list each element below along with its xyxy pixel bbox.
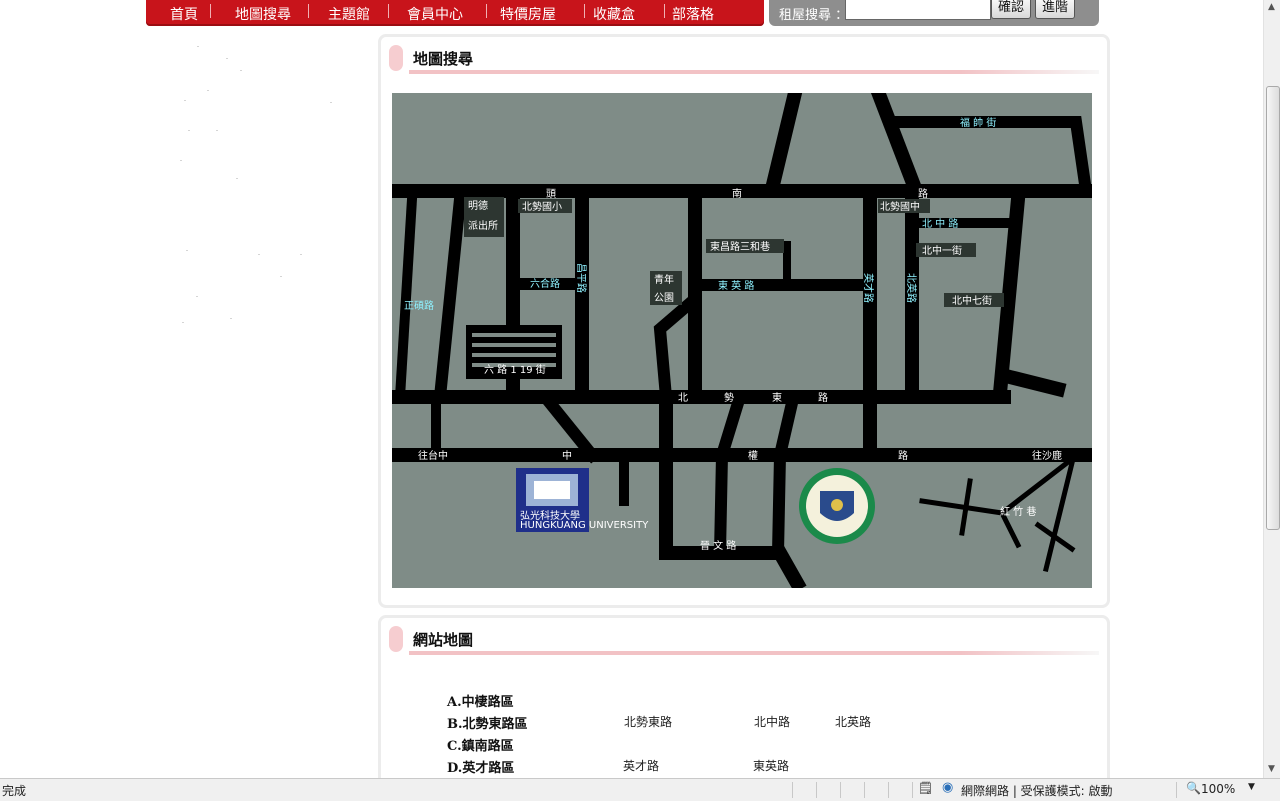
- zoom-level[interactable]: 100%: [1201, 782, 1235, 796]
- browser-status-bar: 完成 🗒 ◉ 網際網路 | 受保護模式: 啟動 🔍 100% ▼: [0, 778, 1280, 801]
- label-police-2: 派出所: [468, 219, 498, 232]
- label-police-1: 明德: [468, 199, 488, 212]
- label-road-south-3: 路: [898, 449, 908, 462]
- label-hongzhu-lane: 紅 竹 巷: [1000, 505, 1036, 518]
- nav-separator: [664, 4, 665, 18]
- scrollbar-thumb[interactable]: [1266, 86, 1280, 530]
- area-map[interactable]: 頭 南 路 北 勢 東 路 中 權 路 往台中 往沙鹿 福 帥 街 北勢國小 北…: [392, 93, 1092, 588]
- label-road-middle-1: 北: [678, 392, 688, 404]
- privacy-icon[interactable]: 🗒: [918, 781, 933, 795]
- panel-marker: [389, 45, 403, 71]
- nav-separator: [210, 4, 211, 18]
- zoom-icon: 🔍: [1186, 781, 1201, 795]
- label-yingcai-road: 英才路: [862, 273, 875, 303]
- road-link-beiying[interactable]: 北英路: [835, 713, 871, 730]
- label-changping-road: 昌平路: [575, 263, 588, 293]
- advanced-search-button[interactable]: 進階: [1035, 0, 1076, 19]
- globe-icon: ◉: [942, 780, 954, 795]
- label-park-2: 公園: [654, 292, 674, 304]
- label-xiwen-road: 晉 文 路: [700, 539, 736, 552]
- label-beizhong-7th: 北中七街: [952, 294, 992, 307]
- nav-separator: [388, 4, 389, 18]
- road-link-dongying[interactable]: 東英路: [753, 757, 789, 774]
- area-map-drawing[interactable]: 頭 南 路 北 勢 東 路 中 權 路 往台中 往沙鹿 福 帥 街 北勢國小 北…: [392, 93, 1092, 588]
- nav-separator: [486, 4, 487, 18]
- label-road-south-2: 權: [748, 449, 758, 462]
- label-to-taichung: 往台中: [418, 449, 448, 462]
- school-emblem: [799, 468, 875, 544]
- label-liuhe-road: 六合路: [530, 277, 560, 290]
- label-beizhong-1st: 北中一街: [922, 244, 962, 257]
- university-logo: 弘光科技大學 HUNGKUANG UNIVERSITY: [516, 468, 649, 532]
- chevron-down-icon[interactable]: ▼: [1248, 782, 1255, 792]
- label-north-junior-high: 北勢國中: [880, 200, 920, 213]
- label-road-middle-4: 路: [818, 391, 828, 404]
- vertical-scrollbar[interactable]: ▲ ▼: [1263, 0, 1280, 778]
- rental-search-label: 租屋搜尋 ：: [779, 8, 849, 23]
- panel-divider: [409, 651, 1099, 655]
- label-road-north-1: 頭: [546, 188, 556, 200]
- label-liuhe-19: 六 路 1 19 街: [484, 363, 546, 376]
- label-fushi-street: 福 帥 街: [960, 116, 996, 129]
- label-zhengshuo-road: 正碩路: [404, 299, 434, 312]
- scroll-up-icon[interactable]: ▲: [1268, 2, 1275, 12]
- area-zhennan[interactable]: C.鎮南路區: [447, 735, 514, 754]
- nav-favorites[interactable]: 收藏盒: [593, 4, 635, 24]
- panel-divider: [409, 70, 1099, 74]
- label-road-north-2: 南: [732, 187, 742, 200]
- security-zone[interactable]: 網際網路 | 受保護模式: 啟動: [961, 782, 1113, 799]
- panel-marker: [389, 626, 403, 652]
- panel-header: 地圖搜尋: [389, 45, 1099, 79]
- scroll-down-icon[interactable]: ▼: [1268, 764, 1275, 774]
- nav-map-search[interactable]: 地圖搜尋: [235, 4, 291, 24]
- label-park-1: 青年: [654, 273, 674, 286]
- nav-separator: [308, 4, 309, 18]
- rental-search-bar: 租屋搜尋 ： 確認 進階: [769, 0, 1099, 26]
- main-nav: 首頁 地圖搜尋 主題館 會員中心 特價房屋 收藏盒 部落格: [146, 0, 764, 26]
- label-beizhong-road: 北 中 路: [922, 217, 958, 230]
- university-name-en: HUNGKUANG UNIVERSITY: [520, 520, 649, 531]
- label-beiying-road: 北英路: [905, 273, 918, 303]
- status-text: 完成: [2, 784, 27, 798]
- label-lane3: 東昌路三和巷: [710, 240, 770, 253]
- road-link-yingcai[interactable]: 英才路: [623, 757, 659, 774]
- nav-home[interactable]: 首頁: [170, 4, 198, 24]
- label-road-middle-2: 勢: [724, 391, 734, 404]
- panel-header: 網站地圖: [389, 626, 1099, 660]
- nav-theme[interactable]: 主題館: [328, 4, 370, 24]
- label-to-shalu: 往沙鹿: [1032, 449, 1062, 462]
- nav-blog[interactable]: 部落格: [672, 4, 714, 24]
- confirm-button[interactable]: 確認: [991, 0, 1032, 19]
- label-north-elementary: 北勢國小: [522, 200, 562, 213]
- sitemap-panel: 網站地圖 A.中棲路區 B.北勢東路區 北勢東路 北中路 北英路 C.鎮南路區 …: [378, 615, 1110, 801]
- rental-search-input[interactable]: [845, 0, 991, 20]
- label-dongying-road: 東 英 路: [718, 279, 754, 292]
- label-road-north-3: 路: [918, 187, 928, 200]
- area-zhongqi[interactable]: A.中棲路區: [447, 691, 514, 710]
- label-road-south-1: 中: [562, 449, 572, 462]
- nav-special-price[interactable]: 特價房屋: [500, 4, 556, 24]
- map-search-panel: 地圖搜尋 頭 南 路 北 勢 東 路 中 權 路 往台中 往沙鹿 福 帥 街 北…: [378, 34, 1110, 608]
- nav-member-center[interactable]: 會員中心: [407, 4, 463, 24]
- panel-title: 網站地圖: [413, 631, 474, 649]
- nav-separator: [584, 4, 585, 18]
- road-link-beizhong[interactable]: 北中路: [754, 713, 790, 730]
- label-road-middle-3: 東: [772, 391, 782, 404]
- area-beishi-east[interactable]: B.北勢東路區: [447, 713, 528, 732]
- road-link-beishi-east[interactable]: 北勢東路: [624, 713, 672, 730]
- area-yingcai[interactable]: D.英才路區: [447, 757, 514, 776]
- panel-title: 地圖搜尋: [413, 50, 474, 68]
